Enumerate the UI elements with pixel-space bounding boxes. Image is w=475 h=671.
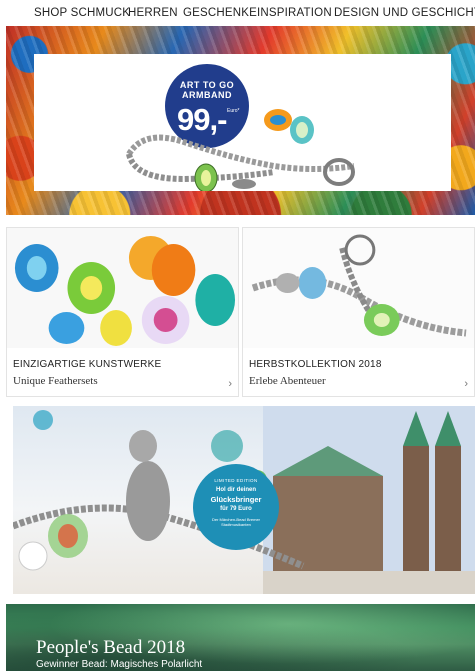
peoples-bead-banner[interactable]: People's Bead 2018 Gewinner Bead: Magisc… xyxy=(6,604,475,671)
promo-line2: Glücksbringer xyxy=(210,495,262,504)
silver-charm-beads-image xyxy=(243,228,474,348)
chevron-right-icon[interactable]: › xyxy=(228,378,232,390)
tile-subtitle: Erlebe Abenteuer xyxy=(249,375,326,387)
peoples-bead-subheading: Gewinner Bead: Magisches Polarlicht xyxy=(36,659,203,670)
colorful-beads-image xyxy=(7,228,238,348)
promo-line3: für 79 Euro xyxy=(220,506,252,512)
nav-item-shop-schmuck[interactable]: SHOP SCHMUCK xyxy=(34,7,130,19)
hero-banner[interactable]: ART TO GO ARMBAND 99,- Euro* xyxy=(6,26,475,215)
nav-item-inspiration[interactable]: INSPIRATION xyxy=(257,7,332,19)
promo-line1: Hol dir deinen xyxy=(215,487,256,493)
tile-subtitle: Unique Feathersets xyxy=(13,375,98,387)
tile-title: HERBSTKOLLEKTION 2018 xyxy=(249,359,382,370)
main-nav: SHOP SCHMUCK HERREN GESCHENKE INSPIRATIO… xyxy=(0,0,475,26)
nav-item-design-und-geschichte[interactable]: DESIGN UND GESCHICHTE xyxy=(334,7,475,19)
chevron-right-icon[interactable]: › xyxy=(464,378,468,390)
bremen-promo-banner[interactable]: LIMITED EDITION Hol dir deinen Glücksbri… xyxy=(13,406,475,594)
peoples-bead-heading: People's Bead 2018 xyxy=(36,637,186,658)
promo-line4: Der Märchen-Bead Bremer Stadtmusikanten xyxy=(211,517,261,527)
nav-item-herren[interactable]: HERREN xyxy=(128,7,178,19)
nav-item-geschenke[interactable]: GESCHENKE xyxy=(183,7,257,19)
bracelet-image xyxy=(126,109,355,191)
tile-title: EINZIGARTIGE KUNSTWERKE xyxy=(13,359,162,370)
tile-unique-feathersets[interactable]: EINZIGARTIGE KUNSTWERKE Unique Featherse… xyxy=(6,227,239,397)
tile-herbstkollektion[interactable]: HERBSTKOLLEKTION 2018 Erlebe Abenteuer › xyxy=(242,227,475,397)
limited-edition-bubble: LIMITED EDITION Hol dir deinen Glücksbri… xyxy=(193,464,279,550)
hero-product-card: ART TO GO ARMBAND 99,- Euro* xyxy=(34,54,451,191)
edition-label: LIMITED EDITION xyxy=(214,478,258,483)
